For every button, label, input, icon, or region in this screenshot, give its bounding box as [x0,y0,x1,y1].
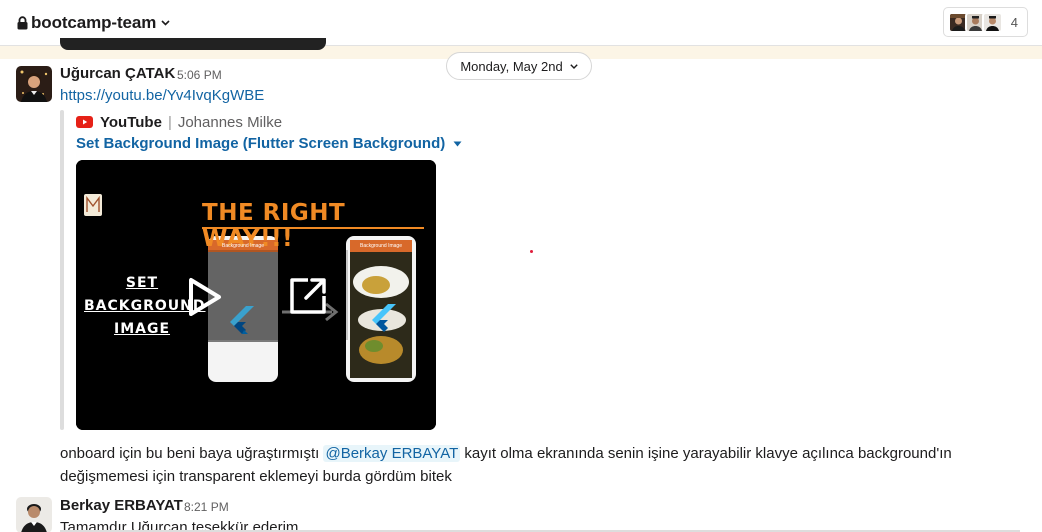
attachment-title: Set Background Image (Flutter Screen Bac… [76,135,446,152]
thumbnail-phone-header: Background Image [360,243,402,249]
member-avatar [981,11,1003,33]
message-timestamp[interactable]: 8:21 PM [184,500,229,514]
caret-down-icon[interactable] [453,141,462,147]
message-text: onboard için bu beni baya uğraştırmıştı [60,445,324,462]
message-author[interactable]: Uğurcan ÇATAK [60,65,175,82]
attachment-service-name: YouTube [100,113,162,131]
thumbnail-text-background: BACKGROUND [84,298,206,314]
thumbnail-text-set: SET [125,275,159,291]
attachment-channel-name[interactable]: Johannes Milke [178,114,282,131]
message-body: onboard için bu beni baya uğraştırmıştı … [60,442,1020,488]
avatar[interactable] [16,66,52,102]
chevron-down-icon [161,20,170,26]
channel-name: bootcamp-team [31,13,157,32]
lock-icon [17,16,28,30]
attachment-border [60,110,64,430]
attachment-source: YouTube | Johannes Milke [76,112,282,132]
chevron-down-icon [569,63,578,69]
member-count: 4 [1010,14,1018,30]
video-thumbnail[interactable]: THE RIGHT WAY!!! SET BACKGROUND IMAGE Ba… [76,160,436,430]
message-timestamp[interactable]: 5:06 PM [177,68,222,82]
cursor-dot [530,250,533,253]
avatar[interactable] [16,497,52,532]
user-mention[interactable]: @Berkay ERBAYAT [323,445,461,462]
message-link[interactable]: https://youtu.be/Yv4IvqKgWBE [60,87,264,104]
attachment-separator: | [167,113,172,131]
previous-attachment-edge [60,38,326,50]
thumbnail-text-image: IMAGE [113,321,171,337]
thumbnail-headline-underline [202,227,424,229]
date-divider-button[interactable]: Monday, May 2nd [446,52,592,80]
youtube-icon [76,116,93,128]
thumbnail-phone-header: Background Image [222,243,264,249]
message-author[interactable]: Berkay ERBAYAT [60,497,183,514]
attachment-title-link[interactable]: Set Background Image (Flutter Screen Bac… [76,135,462,152]
date-divider-label: Monday, May 2nd [460,58,563,74]
channel-name-button[interactable]: bootcamp-team [17,11,170,35]
member-list-button[interactable]: 4 [942,7,1028,37]
